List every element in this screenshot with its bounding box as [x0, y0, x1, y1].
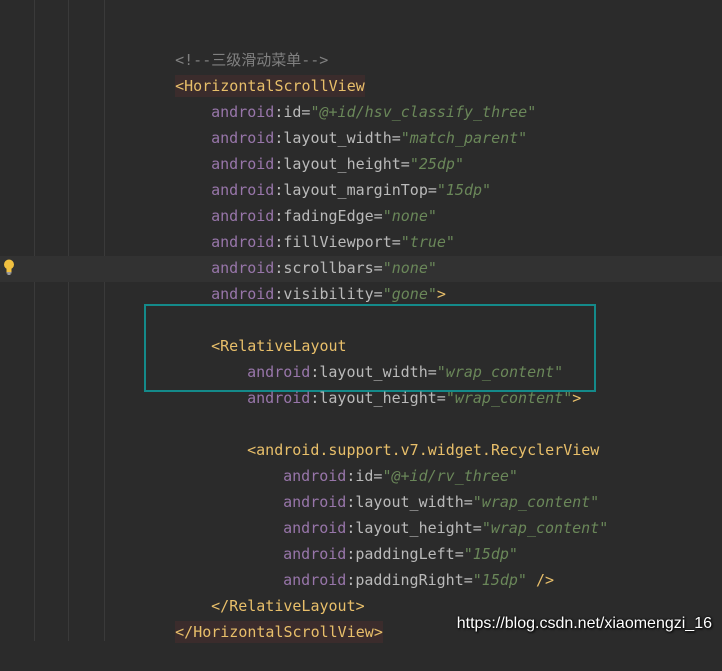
watermark: https://blog.csdn.net/xiaomengzi_16 — [456, 615, 712, 632]
code-line-attribute[interactable]: android:visibility="gone"> — [175, 255, 446, 303]
code-line-attribute[interactable]: android:fillViewport="true" — [175, 203, 455, 251]
code-line-attribute[interactable]: android:paddingRight="15dp" /> — [247, 541, 554, 589]
attr-value: "15dp" — [472, 571, 527, 589]
code-line-tag-open[interactable]: <RelativeLayout — [175, 307, 346, 355]
attr-name: :paddingRight= — [346, 571, 473, 589]
tag-name: HorizontalScrollView — [193, 623, 374, 641]
code-line-attribute[interactable]: android:layout_height="wrap_content"> — [211, 359, 581, 407]
gutter-divider — [34, 0, 35, 641]
code-line-comment[interactable]: <!--三级滑动菜单--> — [139, 21, 328, 69]
code-line-attribute[interactable]: android:fadingEdge="none" — [175, 177, 437, 225]
attr-namespace: android — [247, 389, 311, 407]
code-line-attribute[interactable]: android:id="@+id/hsv_classify_three" — [175, 73, 536, 121]
code-line-attribute[interactable]: android:layout_width="wrap_content" — [247, 463, 599, 511]
attr-name: :layout_height= — [310, 389, 446, 407]
code-line-attribute[interactable]: android:layout_width="match_parent" — [175, 99, 527, 147]
attr-value: "gone" — [382, 285, 437, 303]
code-line-tag-open[interactable]: <HorizontalScrollView — [139, 47, 365, 97]
tag-bracket: > — [572, 389, 582, 407]
code-editor[interactable]: <!--三级滑动菜单--> <HorizontalScrollView andr… — [0, 0, 722, 643]
code-line-attribute[interactable]: android:layout_marginTop="15dp" — [175, 151, 491, 199]
code-line-tag-close[interactable]: </RelativeLayout> — [175, 567, 365, 615]
attr-value: "wrap_content" — [445, 389, 573, 407]
code-line-attribute[interactable]: android:id="@+id/rv_three" — [247, 437, 518, 485]
indent-guide — [68, 0, 69, 641]
code-line-attribute[interactable]: android:layout_height="wrap_content" — [247, 489, 608, 537]
attr-name: :visibility= — [274, 285, 383, 303]
indent-guide — [104, 0, 105, 641]
tag-bracket: /> — [526, 571, 555, 589]
code-line-tag-open[interactable]: <android.support.v7.widget.RecyclerView — [211, 411, 599, 459]
code-line-attribute[interactable]: android:layout_height="25dp" — [175, 125, 464, 173]
tag-bracket: > — [436, 285, 446, 303]
attr-value: "15dp" — [436, 181, 492, 199]
lightbulb-icon[interactable] — [2, 258, 16, 276]
code-line-attribute[interactable]: android:layout_width="wrap_content" — [211, 333, 563, 381]
code-line-attribute[interactable]: android:paddingLeft="15dp" — [247, 515, 518, 563]
tag-bracket: </ — [175, 623, 194, 641]
code-line-attribute[interactable]: android:scrollbars="none" — [175, 229, 437, 277]
tag-bracket: > — [373, 623, 383, 641]
tag-highlight: </HorizontalScrollView> — [175, 621, 383, 643]
code-line-tag-close[interactable]: </HorizontalScrollView> — [139, 593, 383, 643]
attr-namespace: android — [211, 285, 275, 303]
